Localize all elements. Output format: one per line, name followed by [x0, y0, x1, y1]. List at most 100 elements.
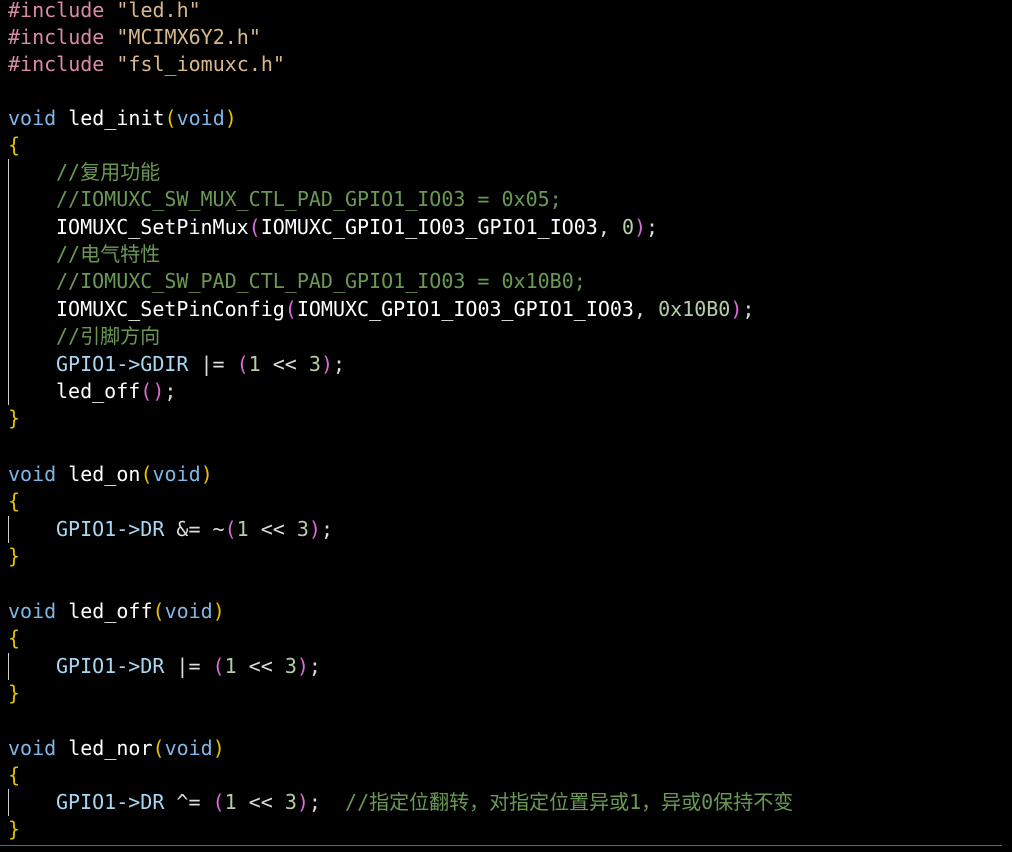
- code-line: void led_nor(void): [8, 735, 225, 762]
- number: 0x10B0: [658, 297, 731, 321]
- code-editor[interactable]: #include "led.h" #include "MCIMX6Y2.h" #…: [0, 0, 1012, 852]
- punctuation: ;: [646, 215, 659, 239]
- brace: }: [8, 817, 21, 841]
- paren: ): [634, 215, 647, 239]
- comment: //电气特性: [56, 242, 161, 266]
- operator: |=: [188, 352, 237, 376]
- comment: //复用功能: [56, 160, 161, 184]
- function-call: IOMUXC_SetPinMux: [56, 215, 249, 239]
- paren: (: [140, 462, 153, 486]
- keyword: void: [8, 106, 57, 130]
- operator: |=: [164, 654, 213, 678]
- operator: ^=: [164, 790, 213, 814]
- paren: (: [236, 352, 249, 376]
- register-target: GPIO1->DR: [56, 517, 165, 541]
- punctuation: ,: [597, 215, 622, 239]
- comment: //IOMUXC_SW_MUX_CTL_PAD_GPIO1_IO03 = 0x0…: [56, 187, 562, 211]
- code-line: //IOMUXC_SW_PAD_CTL_PAD_GPIO1_IO03 = 0x1…: [8, 268, 586, 295]
- code-line: {: [8, 625, 20, 652]
- function-call: IOMUXC_SetPinConfig: [56, 297, 285, 321]
- code-line: void led_off(void): [8, 598, 225, 625]
- operator: <<: [236, 790, 285, 814]
- operator: <<: [236, 654, 285, 678]
- paren: (: [284, 297, 297, 321]
- paren: ): [212, 599, 225, 623]
- paren: ): [308, 517, 321, 541]
- paren: ): [224, 106, 237, 130]
- register-target: GPIO1->GDIR: [56, 352, 189, 376]
- function-name: led_on: [68, 462, 141, 486]
- keyword: void: [164, 599, 213, 623]
- operator: <<: [248, 517, 297, 541]
- brace: {: [8, 626, 21, 650]
- paren: (: [152, 736, 165, 760]
- code-line: }: [8, 405, 20, 432]
- code-line: GPIO1->DR ^= (1 << 3); //指定位翻转，对指定位置异或1，…: [8, 789, 793, 816]
- code-line: }: [8, 680, 20, 707]
- punctuation: ;: [332, 352, 346, 376]
- number: 1: [236, 517, 249, 541]
- brace: {: [8, 133, 21, 157]
- code-line: #include "led.h": [8, 0, 201, 24]
- keyword: void: [164, 736, 213, 760]
- code-line: GPIO1->GDIR |= (1 << 3);: [8, 351, 345, 378]
- comment: //引脚方向: [56, 324, 161, 348]
- include-path: "led.h": [116, 0, 201, 22]
- function-name: led_nor: [68, 736, 153, 760]
- comment: //指定位翻转，对指定位置异或1，异或0保持不变: [320, 790, 794, 814]
- preprocessor-directive: #include: [8, 25, 105, 49]
- brace: }: [8, 406, 21, 430]
- number: 0: [621, 215, 634, 239]
- register-target: GPIO1->DR: [56, 654, 165, 678]
- punctuation: ;: [320, 517, 333, 541]
- register-target: GPIO1->DR: [56, 790, 165, 814]
- operator: &= ~: [164, 517, 225, 541]
- punctuation: ;: [308, 790, 321, 814]
- code-line: void led_on(void): [8, 461, 213, 488]
- code-line: IOMUXC_SetPinMux(IOMUXC_GPIO1_IO03_GPIO1…: [8, 214, 658, 241]
- code-line: {: [8, 762, 20, 789]
- brace: }: [8, 681, 21, 705]
- code-line: }: [8, 816, 20, 843]
- preprocessor-directive: #include: [8, 0, 105, 22]
- paren: (: [212, 654, 225, 678]
- code-line: led_off();: [8, 378, 176, 405]
- keyword: void: [176, 106, 225, 130]
- code-line: {: [8, 132, 20, 159]
- function-name: led_off: [68, 599, 153, 623]
- code-line: #include "MCIMX6Y2.h": [8, 24, 261, 51]
- paren: ): [200, 462, 213, 486]
- number: 1: [224, 654, 237, 678]
- include-path: "MCIMX6Y2.h": [116, 25, 261, 49]
- brace: }: [8, 544, 21, 568]
- keyword: void: [152, 462, 201, 486]
- keyword: void: [8, 599, 57, 623]
- brace: {: [8, 489, 21, 513]
- paren: (): [140, 379, 165, 403]
- punctuation: ;: [742, 297, 755, 321]
- code-line: //电气特性: [8, 241, 160, 268]
- preprocessor-directive: #include: [8, 52, 105, 76]
- paren: ): [296, 654, 309, 678]
- code-line: IOMUXC_SetPinConfig(IOMUXC_GPIO1_IO03_GP…: [8, 296, 754, 323]
- punctuation: ,: [633, 297, 659, 321]
- comment: //IOMUXC_SW_PAD_CTL_PAD_GPIO1_IO03 = 0x1…: [56, 269, 586, 293]
- paren: (: [224, 517, 237, 541]
- keyword: void: [8, 462, 57, 486]
- brace: {: [8, 763, 21, 787]
- number: 3: [308, 352, 321, 376]
- number: 3: [284, 790, 297, 814]
- include-path: "fsl_iomuxc.h": [116, 52, 285, 76]
- code-line: }: [8, 543, 20, 570]
- paren: ): [296, 790, 309, 814]
- paren: ): [320, 352, 333, 376]
- code-line: #include "fsl_iomuxc.h": [8, 51, 285, 78]
- punctuation: ;: [308, 654, 321, 678]
- function-call: led_off: [56, 379, 141, 403]
- code-line: //IOMUXC_SW_MUX_CTL_PAD_GPIO1_IO03 = 0x0…: [8, 186, 562, 213]
- paren: (: [152, 599, 165, 623]
- paren: ): [212, 736, 225, 760]
- punctuation: ;: [164, 379, 177, 403]
- paren: (: [212, 790, 225, 814]
- identifier: IOMUXC_GPIO1_IO03_GPIO1_IO03: [296, 297, 634, 321]
